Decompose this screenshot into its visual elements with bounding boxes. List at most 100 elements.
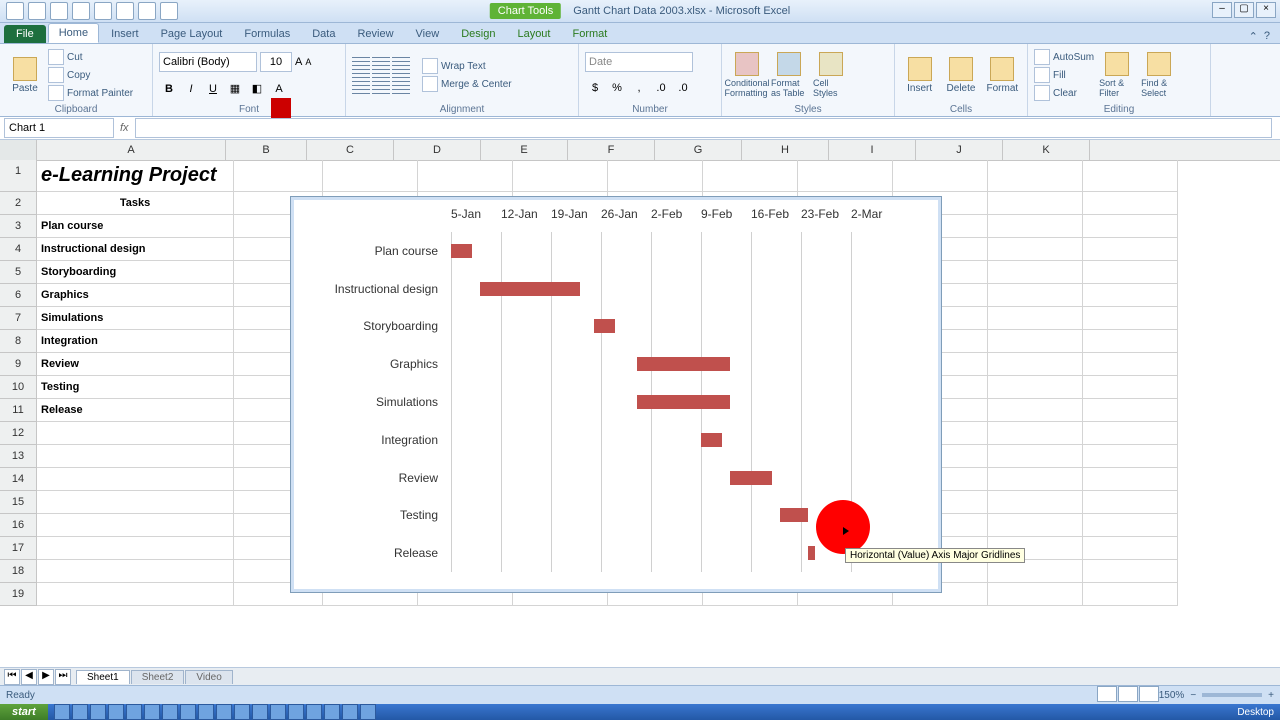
cell[interactable] <box>1083 192 1178 215</box>
taskbar-quick-launch[interactable] <box>54 704 376 720</box>
delete-cells-button[interactable]: Delete <box>942 48 979 102</box>
sheet-nav-last[interactable]: ⏭ <box>55 669 71 685</box>
cell[interactable] <box>37 422 234 445</box>
qat-preview-icon[interactable] <box>138 2 156 20</box>
tab-data[interactable]: Data <box>302 25 345 43</box>
cell[interactable] <box>703 160 798 192</box>
cell[interactable] <box>1083 238 1178 261</box>
cell[interactable] <box>988 560 1083 583</box>
column-header[interactable]: F <box>568 140 655 160</box>
gantt-bar[interactable] <box>451 244 472 258</box>
copy-button[interactable]: Copy <box>48 67 133 83</box>
row-header[interactable]: 17 <box>0 537 37 560</box>
cell-styles-button[interactable]: Cell Styles <box>812 48 850 102</box>
cell[interactable] <box>893 160 988 192</box>
tab-formulas[interactable]: Formulas <box>234 25 300 43</box>
cell[interactable] <box>988 238 1083 261</box>
column-header[interactable]: I <box>829 140 916 160</box>
row-header[interactable]: 3 <box>0 215 37 238</box>
qat-open-icon[interactable] <box>94 2 112 20</box>
cell[interactable] <box>1083 376 1178 399</box>
cell[interactable] <box>1083 399 1178 422</box>
conditional-formatting-button[interactable]: Conditional Formatting <box>728 48 766 102</box>
cell[interactable]: Instructional design <box>37 238 234 261</box>
cell[interactable] <box>988 491 1083 514</box>
sheet-nav-first[interactable]: ⏮ <box>4 669 20 685</box>
row-header[interactable]: 12 <box>0 422 37 445</box>
cell[interactable] <box>1083 330 1178 353</box>
cell[interactable] <box>37 445 234 468</box>
sheet-tab-1[interactable]: Sheet1 <box>76 670 130 684</box>
cell[interactable] <box>1083 583 1178 606</box>
cell[interactable] <box>988 468 1083 491</box>
column-header[interactable]: A <box>37 140 226 160</box>
cell[interactable] <box>37 468 234 491</box>
cell[interactable] <box>988 445 1083 468</box>
qat-print-icon[interactable] <box>116 2 134 20</box>
tab-design[interactable]: Design <box>451 25 505 43</box>
zoom-slider[interactable] <box>1202 693 1262 697</box>
view-buttons[interactable] <box>1096 686 1159 705</box>
border-button[interactable]: ▦ <box>225 79 245 99</box>
row-header[interactable]: 1 <box>0 160 37 192</box>
row-header[interactable]: 4 <box>0 238 37 261</box>
shrink-font-icon[interactable]: A <box>305 57 311 67</box>
sheet-nav-prev[interactable]: ◀ <box>21 669 37 685</box>
row-header[interactable]: 14 <box>0 468 37 491</box>
row-header[interactable]: 11 <box>0 399 37 422</box>
gantt-bar[interactable] <box>780 508 809 522</box>
zoom-out-button[interactable]: − <box>1190 690 1196 701</box>
increase-decimal-button[interactable]: .0 <box>651 78 671 98</box>
cell[interactable] <box>988 215 1083 238</box>
cut-button[interactable]: Cut <box>48 49 133 65</box>
cell[interactable] <box>513 160 608 192</box>
cell[interactable] <box>988 376 1083 399</box>
column-header[interactable]: K <box>1003 140 1090 160</box>
restore-button[interactable]: ▢ <box>1234 2 1254 18</box>
fx-icon[interactable]: fx <box>120 122 129 134</box>
cell[interactable] <box>37 514 234 537</box>
gantt-bar[interactable] <box>480 282 580 296</box>
row-header[interactable]: 16 <box>0 514 37 537</box>
cell[interactable] <box>798 160 893 192</box>
minimize-button[interactable]: – <box>1212 2 1232 18</box>
tab-layout[interactable]: Layout <box>507 25 560 43</box>
autosum-button[interactable]: AutoSum <box>1034 49 1094 65</box>
tray-desktop-label[interactable]: Desktop <box>1237 707 1274 718</box>
cell[interactable]: Review <box>37 353 234 376</box>
cell[interactable] <box>234 160 323 192</box>
cell[interactable] <box>323 160 418 192</box>
cell[interactable] <box>1083 160 1178 192</box>
cell[interactable] <box>988 399 1083 422</box>
gantt-bar[interactable] <box>730 471 773 485</box>
cell[interactable]: Release <box>37 399 234 422</box>
cell[interactable]: Plan course <box>37 215 234 238</box>
column-header[interactable]: J <box>916 140 1003 160</box>
cell[interactable] <box>37 560 234 583</box>
tab-insert[interactable]: Insert <box>101 25 149 43</box>
cell[interactable] <box>1083 353 1178 376</box>
row-header[interactable]: 19 <box>0 583 37 606</box>
column-header[interactable]: H <box>742 140 829 160</box>
font-name-select[interactable]: Calibri (Body) <box>159 52 257 72</box>
format-painter-button[interactable]: Format Painter <box>48 85 133 101</box>
row-header[interactable]: 2 <box>0 192 37 215</box>
number-format-select[interactable]: Date <box>585 52 693 72</box>
percent-button[interactable]: % <box>607 78 627 98</box>
cell[interactable]: Testing <box>37 376 234 399</box>
tab-view[interactable]: View <box>406 25 450 43</box>
find-select-button[interactable]: Find & Select <box>1140 48 1178 102</box>
gantt-bar[interactable] <box>637 357 730 371</box>
cell[interactable] <box>988 307 1083 330</box>
cell[interactable] <box>1083 307 1178 330</box>
cell[interactable] <box>1083 514 1178 537</box>
fill-color-button[interactable]: ◧ <box>247 79 267 99</box>
column-header[interactable]: B <box>226 140 307 160</box>
row-header[interactable]: 7 <box>0 307 37 330</box>
select-all-corner[interactable] <box>0 140 37 160</box>
column-header[interactable]: E <box>481 140 568 160</box>
cell[interactable] <box>37 491 234 514</box>
cell[interactable]: e-Learning Project <box>37 160 234 192</box>
cell[interactable] <box>1083 468 1178 491</box>
cell[interactable]: Storyboarding <box>37 261 234 284</box>
